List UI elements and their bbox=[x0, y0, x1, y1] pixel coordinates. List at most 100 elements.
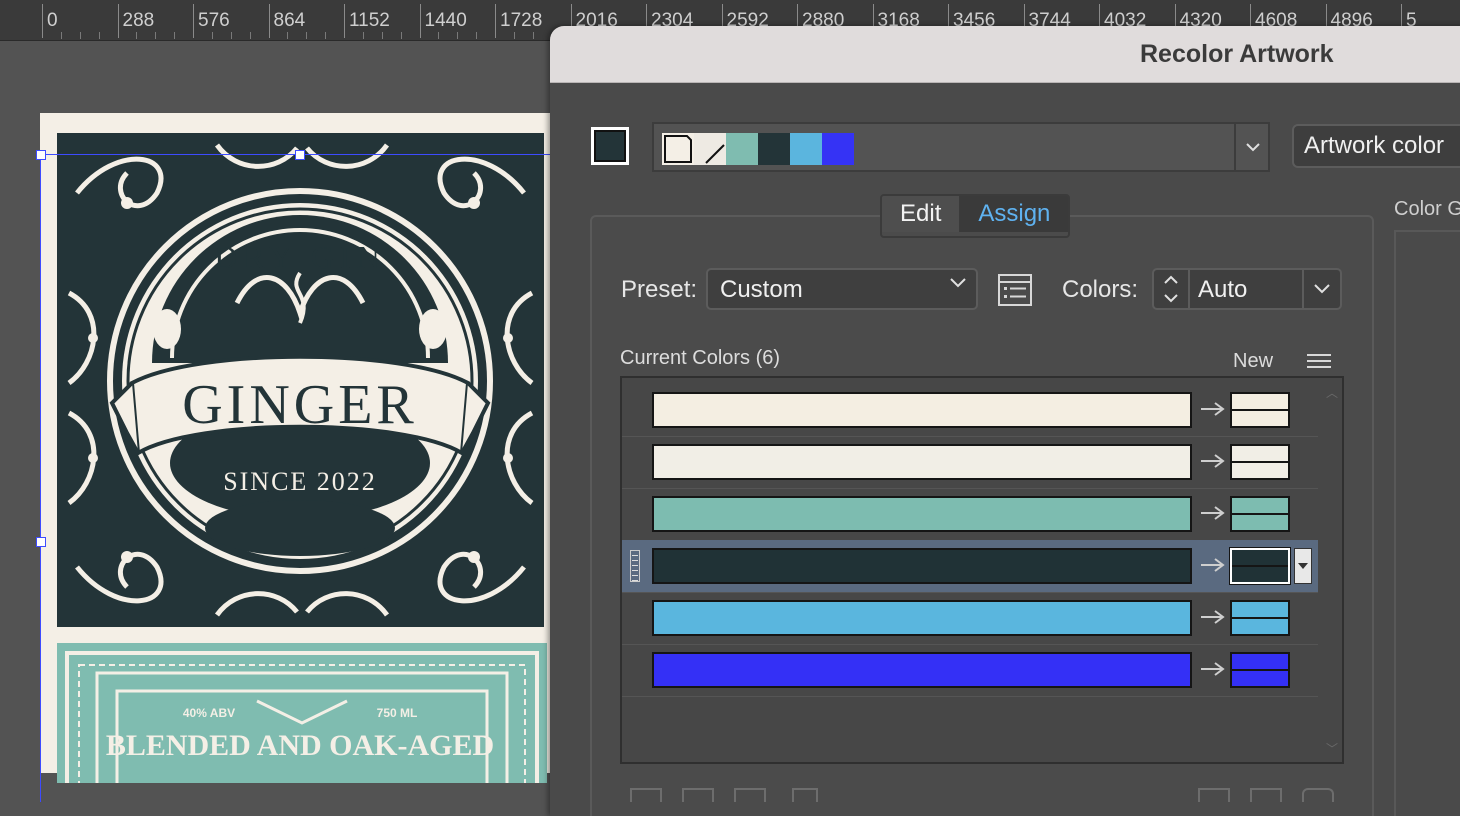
artwork-colors-select[interactable]: Artwork color bbox=[1292, 124, 1460, 168]
current-color-bar[interactable] bbox=[652, 392, 1192, 428]
color-strip-dropdown[interactable] bbox=[1234, 122, 1270, 172]
ruler-major-tick bbox=[193, 4, 194, 38]
new-color-swatch[interactable] bbox=[1230, 444, 1290, 480]
color-row[interactable] bbox=[622, 384, 1318, 437]
ruler-minor-tick bbox=[230, 32, 232, 39]
current-color-bar[interactable] bbox=[652, 444, 1192, 480]
active-color-swatch[interactable] bbox=[591, 127, 629, 165]
ruler-minor-tick bbox=[457, 32, 459, 39]
colors-label: Colors: bbox=[1062, 276, 1139, 303]
ruler-tick-label: 1440 bbox=[424, 10, 467, 31]
merge-colors-icon[interactable] bbox=[630, 788, 662, 802]
display-swatches-icon[interactable] bbox=[1250, 788, 1282, 802]
ruler-tick-label: 288 bbox=[122, 10, 155, 31]
ruler-minor-tick bbox=[287, 32, 289, 39]
tab-edit[interactable]: Edit bbox=[882, 196, 961, 232]
caret-down-icon bbox=[1298, 563, 1308, 569]
bottom-label-illustration: 40% ABV 750 ML BLENDED AND OAK-AGED bbox=[57, 643, 547, 806]
ruler-minor-tick bbox=[98, 32, 100, 39]
exclude-colors-icon[interactable] bbox=[734, 788, 766, 802]
ruler-minor-tick bbox=[136, 32, 138, 39]
ginger-text: GINGER bbox=[182, 374, 418, 436]
recolor-artwork-dialog: Recolor Artwork Artwork color Color G Ed… bbox=[550, 26, 1460, 816]
ruler-tick-label: 0 bbox=[47, 10, 58, 31]
ruler-minor-tick bbox=[362, 32, 364, 39]
color-row[interactable] bbox=[622, 436, 1318, 489]
tagline-text: BLENDED AND OAK-AGED bbox=[106, 729, 494, 762]
scroll-down-icon[interactable]: ﹀ bbox=[1326, 740, 1338, 757]
colors-dropdown-toggle[interactable] bbox=[1302, 270, 1340, 308]
display-color-bars-icon[interactable] bbox=[1198, 788, 1230, 802]
new-color-divider bbox=[1232, 513, 1288, 515]
since-text: SINCE 2022 bbox=[223, 467, 377, 496]
color-picker-icon[interactable] bbox=[1302, 788, 1334, 802]
color-groups-panel[interactable] bbox=[1394, 230, 1460, 816]
color-group-swatch[interactable] bbox=[822, 133, 854, 165]
hamburger-menu-icon[interactable] bbox=[1307, 353, 1331, 369]
color-group-strip[interactable] bbox=[652, 122, 1270, 172]
new-color-divider bbox=[1232, 669, 1288, 671]
stepper-arrows-icon bbox=[1164, 275, 1178, 303]
color-row[interactable] bbox=[622, 540, 1318, 593]
preset-value: Custom bbox=[720, 276, 803, 303]
new-row-icon[interactable] bbox=[792, 788, 818, 802]
ruler-tick-label: 576 bbox=[198, 10, 230, 31]
selection-handle-top-center[interactable] bbox=[295, 150, 305, 160]
color-row[interactable] bbox=[622, 592, 1318, 645]
ruler-minor-tick bbox=[476, 32, 478, 39]
new-color-swatch[interactable] bbox=[1230, 496, 1290, 532]
selection-handle-middle-left[interactable] bbox=[36, 537, 46, 547]
preset-options-icon[interactable] bbox=[998, 274, 1032, 306]
chevron-down-icon bbox=[1246, 142, 1260, 151]
ruler-minor-tick bbox=[325, 32, 327, 39]
current-color-bar[interactable] bbox=[652, 652, 1192, 688]
colors-stepper[interactable] bbox=[1152, 268, 1188, 310]
arrow-right-icon[interactable] bbox=[1200, 398, 1226, 420]
color-group-swatch[interactable] bbox=[758, 133, 790, 165]
separate-colors-icon[interactable] bbox=[682, 788, 714, 802]
scroll-up-icon[interactable]: ︿ bbox=[1326, 384, 1338, 401]
ruler-major-tick bbox=[42, 4, 43, 38]
current-color-bar[interactable] bbox=[652, 548, 1192, 584]
abv-text: 40% ABV bbox=[183, 706, 235, 720]
arrow-right-icon[interactable] bbox=[1200, 658, 1226, 680]
color-method-dropdown[interactable] bbox=[1294, 548, 1312, 584]
ruler-minor-tick bbox=[211, 32, 213, 39]
gin-label-artwork[interactable]: DRY GIN GINGER SINCE 2022 bbox=[57, 133, 544, 627]
arrow-right-icon[interactable] bbox=[1200, 606, 1226, 628]
volume-text: 750 ML bbox=[377, 706, 418, 720]
current-colors-label: Current Colors (6) bbox=[620, 347, 781, 369]
dialog-titlebar[interactable]: Recolor Artwork bbox=[550, 26, 1460, 83]
colors-count-select[interactable]: Auto bbox=[1188, 268, 1342, 310]
ruler-minor-tick bbox=[438, 32, 440, 39]
ruler-minor-tick bbox=[155, 32, 157, 39]
color-row[interactable] bbox=[622, 644, 1318, 697]
new-color-swatch[interactable] bbox=[1230, 600, 1290, 636]
preset-select[interactable]: Custom bbox=[706, 268, 978, 310]
selection-handle-top-left[interactable] bbox=[36, 150, 46, 160]
color-row[interactable] bbox=[622, 488, 1318, 541]
color-group-swatch[interactable] bbox=[726, 133, 758, 165]
colors-count-value: Auto bbox=[1198, 276, 1248, 303]
arrow-right-icon[interactable] bbox=[1200, 554, 1226, 576]
none-and-white-swatch-icon bbox=[662, 133, 726, 165]
dry-gin-text: DRY GIN bbox=[214, 239, 385, 275]
color-group-swatch[interactable] bbox=[790, 133, 822, 165]
current-color-bar[interactable] bbox=[652, 496, 1192, 532]
new-colors-label: New bbox=[1233, 350, 1274, 372]
current-colors-list[interactable]: ︿ ﹀ bbox=[620, 376, 1344, 764]
chevron-down-icon bbox=[1314, 284, 1330, 294]
new-color-swatch[interactable] bbox=[1229, 547, 1291, 585]
new-color-swatch[interactable] bbox=[1230, 652, 1290, 688]
tab-assign[interactable]: Assign bbox=[960, 196, 1069, 232]
new-color-swatch[interactable] bbox=[1230, 392, 1290, 428]
arrow-right-icon[interactable] bbox=[1200, 450, 1226, 472]
current-color-bar[interactable] bbox=[652, 600, 1192, 636]
ruler-tick-label: 864 bbox=[273, 10, 306, 31]
ruler-tick-label: 1152 bbox=[349, 10, 390, 31]
drag-handle-icon[interactable] bbox=[630, 550, 640, 582]
color-groups-label: Color G bbox=[1394, 198, 1460, 220]
gin-label-bottom-artwork[interactable]: 40% ABV 750 ML BLENDED AND OAK-AGED bbox=[57, 643, 547, 806]
ruler-major-tick bbox=[268, 4, 270, 38]
arrow-right-icon[interactable] bbox=[1200, 502, 1226, 524]
